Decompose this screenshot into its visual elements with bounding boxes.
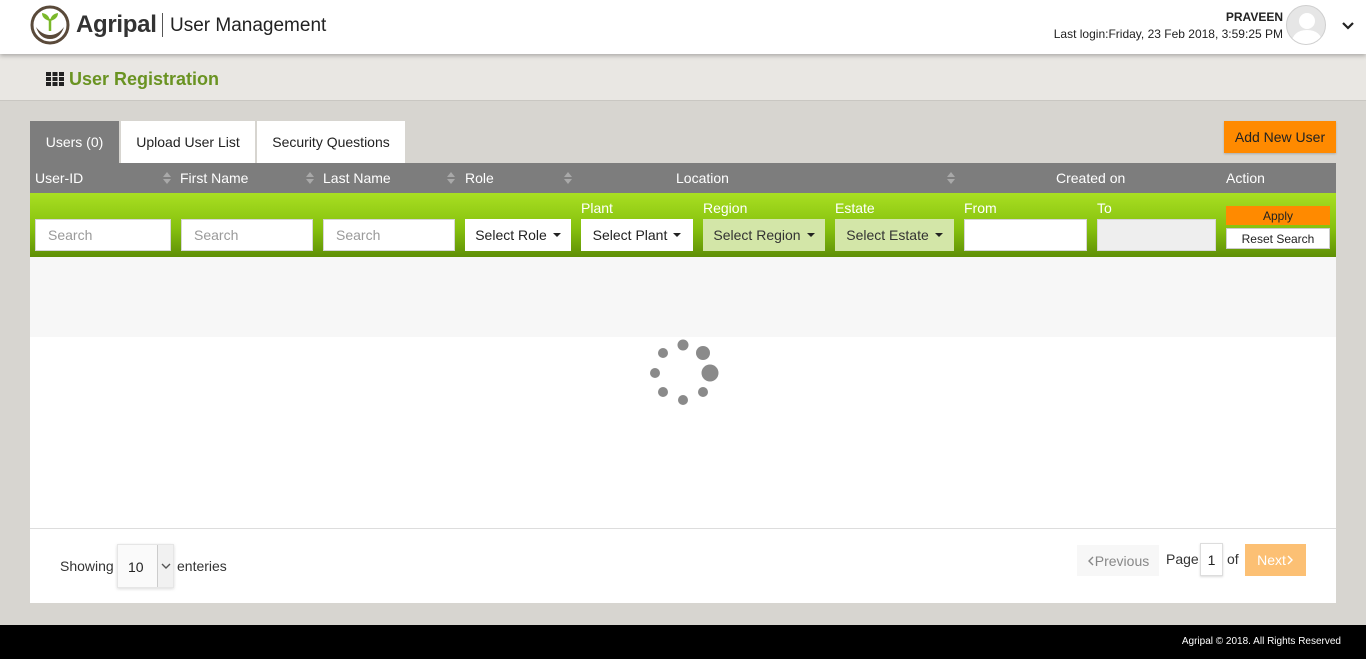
last-name-search-input[interactable]	[323, 219, 455, 251]
sort-icon[interactable]	[305, 170, 315, 186]
plant-dropdown-label: Select Plant	[592, 227, 668, 243]
current-page-input[interactable]: 1	[1200, 543, 1223, 576]
estate-label: Estate	[835, 200, 875, 216]
top-header: Agripal User Management PRAVEEN Last log…	[0, 0, 1366, 54]
plant-dropdown[interactable]: Select Plant	[581, 219, 693, 251]
app-name: User Management	[170, 15, 327, 36]
previous-page-button[interactable]: Previous	[1077, 545, 1159, 576]
chevron-down-icon[interactable]	[1340, 18, 1356, 34]
entries-per-page-select[interactable]: 10	[117, 544, 174, 588]
page-title: User Registration	[69, 69, 220, 89]
entries-per-page-value: 10	[128, 559, 144, 575]
role-dropdown[interactable]: Select Role	[465, 219, 571, 251]
showing-label: Showing	[60, 558, 114, 574]
sort-icon[interactable]	[446, 170, 456, 186]
chevron-right-icon	[1287, 555, 1293, 565]
to-label: To	[1097, 200, 1112, 216]
tab-upload-user-list[interactable]: Upload User List	[121, 121, 255, 163]
region-dropdown-label: Select Region	[713, 227, 801, 243]
copyright-text: Agripal © 2018. All Rights Reserved	[1181, 636, 1341, 647]
first-name-search-input[interactable]	[181, 219, 313, 251]
next-label: Next	[1257, 552, 1286, 568]
column-header-role: Role	[465, 170, 494, 186]
brand-name: Agripal	[76, 11, 157, 38]
column-header-created-on: Created on	[1056, 170, 1126, 186]
region-dropdown[interactable]: Select Region	[703, 219, 825, 251]
previous-label: Previous	[1094, 552, 1150, 569]
table-header: User-ID First Name Last Name Role Locati…	[30, 163, 1336, 193]
entries-label: enteries	[177, 558, 227, 574]
column-header-first-name: First Name	[180, 170, 249, 186]
region-label: Region	[703, 200, 748, 216]
add-new-user-button[interactable]: Add New User	[1224, 121, 1336, 153]
estate-dropdown[interactable]: Select Estate	[835, 219, 954, 251]
from-date-input[interactable]	[964, 219, 1087, 251]
table-row	[30, 257, 1336, 337]
of-label: of	[1227, 551, 1239, 567]
user-id-search-input[interactable]	[35, 219, 171, 251]
column-header-action: Action	[1226, 170, 1265, 186]
sort-icon[interactable]	[946, 170, 956, 186]
caret-down-icon	[552, 233, 561, 237]
agripal-logo-icon	[30, 5, 70, 45]
avatar[interactable]	[1286, 5, 1326, 45]
plant-label: Plant	[581, 200, 613, 216]
tab-users[interactable]: Users (0)	[30, 121, 119, 163]
user-name: PRAVEEN	[1225, 10, 1283, 24]
brand-divider	[162, 13, 163, 37]
from-label: From	[964, 200, 997, 216]
caret-down-icon	[806, 233, 815, 237]
page-footer: Agripal © 2018. All Rights Reserved	[0, 625, 1366, 659]
grid-icon	[46, 72, 64, 86]
estate-dropdown-label: Select Estate	[846, 227, 929, 243]
caret-down-icon	[673, 233, 682, 237]
page-label: Page	[1166, 551, 1199, 567]
apply-button[interactable]: Apply	[1226, 206, 1330, 225]
chevron-down-icon	[157, 545, 173, 587]
column-header-user-id: User-ID	[35, 170, 84, 186]
user-avatar-icon	[1291, 13, 1323, 44]
role-dropdown-label: Select Role	[475, 227, 547, 243]
filter-row: Select Role Plant Select Plant Region Se…	[30, 193, 1336, 257]
reset-search-button[interactable]: Reset Search	[1226, 228, 1330, 249]
column-header-last-name: Last Name	[323, 170, 391, 186]
tab-security-questions[interactable]: Security Questions	[257, 121, 405, 163]
sort-icon[interactable]	[162, 170, 172, 186]
column-header-location: Location	[676, 170, 729, 186]
loading-spinner-icon	[650, 339, 719, 405]
next-page-button[interactable]: Next	[1245, 544, 1306, 576]
caret-down-icon	[934, 233, 943, 237]
last-login-text: Last login:Friday, 23 Feb 2018, 3:59:25 …	[1053, 27, 1283, 41]
to-date-input[interactable]	[1097, 219, 1216, 251]
page-title-bar: User Registration	[0, 54, 1366, 101]
chevron-left-icon	[1087, 556, 1094, 565]
sort-icon[interactable]	[563, 170, 573, 186]
